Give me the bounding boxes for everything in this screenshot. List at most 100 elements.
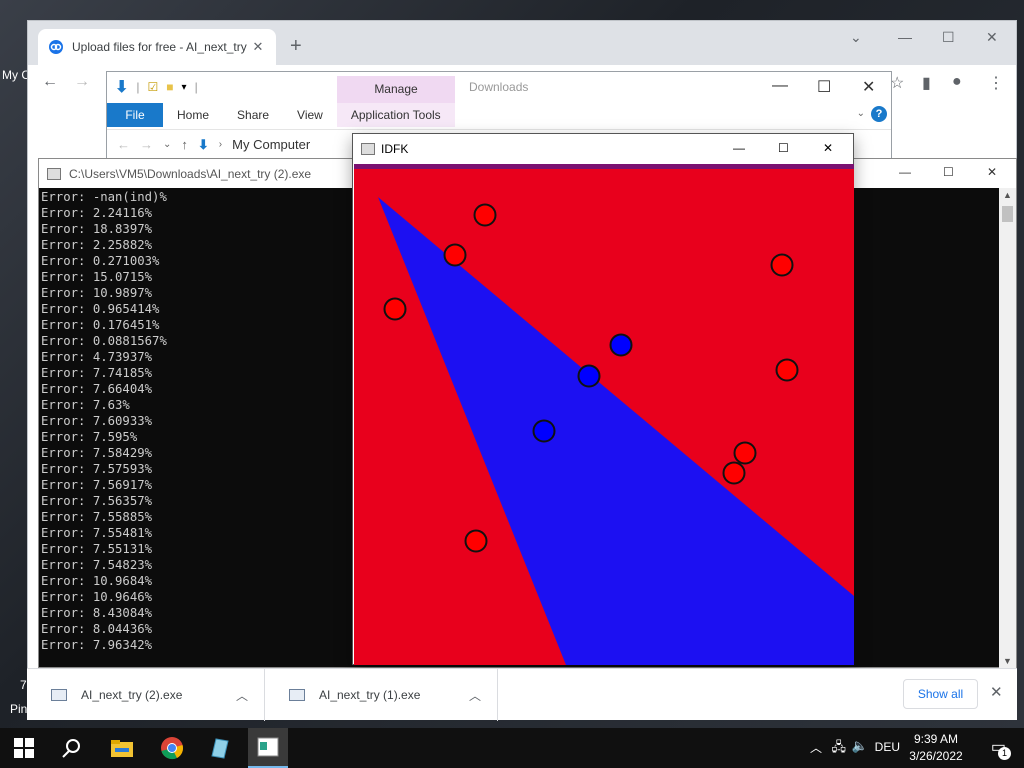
browser-tab[interactable]: Upload files for free - AI_next_try ✕	[38, 29, 276, 65]
close-downloads-icon[interactable]: ✕	[990, 683, 1003, 701]
start-windows-icon[interactable]	[14, 738, 34, 758]
search-icon[interactable]	[60, 736, 84, 760]
expand-ribbon-icon[interactable]: ⌄	[857, 108, 865, 119]
close-window-icon[interactable]: ✕	[862, 77, 875, 97]
ribbon-tab-application-tools[interactable]: Application Tools	[336, 103, 455, 127]
purple-top-strip	[354, 164, 854, 169]
close-tab-icon[interactable]: ✕	[250, 39, 266, 55]
notification-count-badge: 1	[998, 747, 1011, 760]
red-training-point	[464, 529, 488, 553]
close-window-icon[interactable]: ✕	[823, 141, 833, 155]
maximize-icon[interactable]: ☐	[817, 77, 831, 97]
minimize-icon[interactable]: —	[898, 29, 912, 45]
clock-date[interactable]: 3/26/2022	[906, 749, 966, 763]
minimize-icon[interactable]: —	[899, 165, 911, 179]
taskbar: ︿ 🖧 🔈 DEU 9:39 AM 3/26/2022 ▭ 1	[0, 728, 1024, 768]
ribbon-tab-file[interactable]: File	[107, 103, 163, 127]
tab-strip: Upload files for free - AI_next_try ✕ + …	[28, 21, 1016, 65]
manage-tab[interactable]: Manage	[337, 76, 455, 103]
minimize-icon[interactable]: —	[772, 77, 788, 95]
close-window-icon[interactable]: ✕	[987, 165, 997, 179]
menu-icon[interactable]: ⋮	[988, 73, 1004, 93]
maximize-icon[interactable]: ☐	[943, 165, 954, 179]
exe-file-icon	[51, 689, 67, 701]
help-icon[interactable]: ?	[871, 106, 887, 122]
idfk-window: IDFK — ☐ ✕	[352, 133, 854, 665]
maximize-icon[interactable]: ☐	[942, 29, 955, 46]
idfk-titlebar: IDFK — ☐ ✕	[353, 134, 853, 164]
show-hidden-icons-icon[interactable]: ︿	[810, 739, 822, 756]
red-training-point	[383, 297, 407, 321]
download-filename: AI_next_try (2).exe	[81, 688, 183, 702]
language-indicator[interactable]: DEU	[875, 740, 900, 754]
chevron-up-icon[interactable]: ︿	[236, 687, 248, 704]
console-app-icon	[47, 167, 61, 180]
side-panel-icon[interactable]: ▮	[922, 73, 931, 93]
red-training-point	[733, 441, 757, 465]
scroll-up-icon[interactable]: ▲	[1003, 190, 1012, 200]
red-training-point	[770, 253, 794, 277]
volume-icon[interactable]: 🔈	[852, 738, 868, 754]
up-icon[interactable]: ↑	[181, 137, 188, 152]
show-all-button[interactable]: Show all	[903, 679, 978, 709]
ribbon-tabs: File Home Share View Application Tools	[107, 103, 891, 127]
downloads-folder-icon: ⬇	[197, 136, 209, 152]
network-icon[interactable]: 🖧	[832, 738, 847, 760]
explorer-titlebar: ⬇ | ☑ ■ ▾ | Manage Downloads — ☐ ✕	[107, 72, 891, 103]
explorer-title: Downloads	[469, 80, 529, 94]
forward-icon[interactable]: →	[74, 73, 90, 91]
breadcrumb-my-computer[interactable]: My Computer	[232, 137, 310, 152]
scrollbar-thumb[interactable]	[1002, 206, 1013, 222]
app-tile-icon[interactable]	[208, 736, 232, 760]
download-item[interactable]: AI_next_try (1).exe ︿	[265, 669, 498, 721]
new-tab-icon[interactable]: +	[290, 35, 302, 58]
taskbar-console-app[interactable]	[248, 728, 288, 768]
back-icon[interactable]: ←	[42, 73, 58, 91]
tab-search-icon[interactable]: ⌄	[850, 29, 862, 46]
bookmark-star-icon[interactable]: ☆	[890, 73, 904, 93]
ribbon-tab-view[interactable]: View	[283, 103, 337, 127]
back-icon[interactable]: ←	[117, 137, 130, 152]
red-training-point	[473, 203, 497, 227]
scroll-down-icon[interactable]: ▼	[1003, 656, 1012, 666]
minimize-icon[interactable]: —	[733, 141, 745, 155]
blue-training-point	[532, 419, 556, 443]
quick-access-toolbar: ⬇ | ☑ ■ ▾ |	[115, 77, 198, 97]
new-folder-icon[interactable]: ■	[166, 80, 173, 94]
classification-canvas[interactable]	[354, 164, 854, 665]
idfk-app-icon	[361, 143, 375, 155]
chrome-icon[interactable]	[160, 736, 184, 760]
tab-title: Upload files for free - AI_next_try	[72, 40, 247, 54]
file-explorer-icon[interactable]	[110, 736, 134, 760]
properties-icon[interactable]: ☑	[148, 80, 159, 94]
blue-training-point	[609, 333, 633, 357]
clock-time[interactable]: 9:39 AM	[910, 732, 962, 746]
site-favicon-icon	[49, 40, 63, 54]
download-item[interactable]: AI_next_try (2).exe ︿	[27, 669, 265, 721]
download-arrow-icon[interactable]: ⬇	[115, 77, 128, 97]
red-training-point	[443, 243, 467, 267]
download-filename: AI_next_try (1).exe	[319, 688, 421, 702]
customize-qa-icon[interactable]: ▾	[182, 82, 187, 93]
forward-icon[interactable]: →	[140, 137, 153, 152]
console-app-icon	[257, 737, 279, 757]
console-scrollbar[interactable]: ▲ ▼	[999, 188, 1016, 668]
console-title: C:\Users\VM5\Downloads\AI_next_try (2).e…	[69, 166, 312, 181]
red-training-point	[775, 358, 799, 382]
recent-locations-icon[interactable]: ⌄	[163, 139, 171, 150]
exe-file-icon	[289, 689, 305, 701]
desktop-icon-label[interactable]: Pin	[10, 702, 27, 716]
downloads-bar: AI_next_try (2).exe ︿ AI_next_try (1).ex…	[27, 668, 1017, 721]
breadcrumb-separator-icon: ›	[218, 139, 223, 150]
desktop-icon-label[interactable]: My C	[2, 68, 30, 82]
blue-training-point	[577, 364, 601, 388]
ribbon-tab-share[interactable]: Share	[223, 103, 283, 127]
close-window-icon[interactable]: ✕	[986, 29, 998, 46]
idfk-title: IDFK	[381, 142, 409, 156]
profile-icon[interactable]: ●	[952, 73, 962, 91]
chevron-up-icon[interactable]: ︿	[469, 687, 481, 704]
red-training-point	[722, 461, 746, 485]
desktop-icon-label: 7	[20, 678, 27, 692]
maximize-icon[interactable]: ☐	[778, 141, 789, 155]
ribbon-tab-home[interactable]: Home	[163, 103, 223, 127]
